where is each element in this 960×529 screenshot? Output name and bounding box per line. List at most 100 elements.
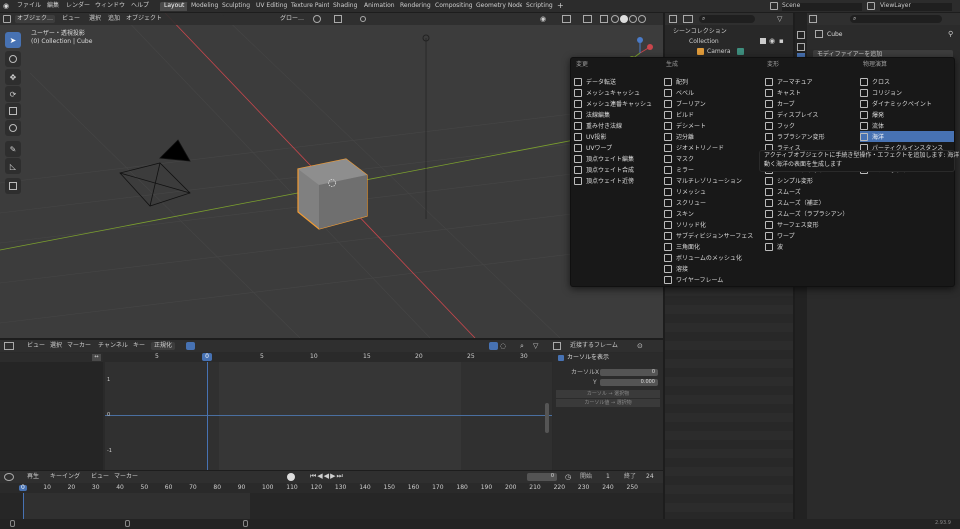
pin-icon[interactable]: ⚲ — [948, 30, 953, 38]
menu-item-deform[interactable]: 波 — [765, 241, 859, 252]
menu-render[interactable]: レンダー — [66, 3, 90, 9]
menu-item-deform[interactable]: サーフェス変形 — [765, 219, 859, 230]
menu-edit[interactable]: 編集 — [47, 3, 59, 9]
menu-item-edit[interactable]: 頂点ウェイト合成 — [574, 164, 662, 175]
auto-normalize-icon[interactable] — [186, 342, 195, 350]
move-tool-button[interactable]: ✥ — [5, 69, 21, 85]
menu-item-deform[interactable]: カーブ — [765, 98, 859, 109]
graph-editor-icon[interactable] — [4, 342, 14, 350]
menu-item-generate[interactable]: 溶接 — [664, 263, 762, 274]
overlay-toggle-icon[interactable] — [583, 15, 592, 23]
menu-item-deform[interactable]: スムーズ（ラプラシアン） — [765, 208, 859, 219]
menu-item-generate[interactable]: マルチレゾリューション — [664, 175, 762, 186]
menu-item-generate[interactable]: ビルド — [664, 109, 762, 120]
menu-item-deform[interactable]: ディスプレイス — [765, 109, 859, 120]
menu-item-deform[interactable]: スムーズ（補正） — [765, 197, 859, 208]
shading-solid-icon[interactable] — [620, 15, 628, 23]
snap-icon[interactable] — [334, 15, 342, 23]
properties-search-input[interactable]: ⌕ — [850, 15, 942, 23]
show-cursor-checkbox[interactable] — [558, 355, 564, 361]
display-mode-icon[interactable] — [683, 15, 693, 23]
timeline-menu-playback[interactable]: 再生 — [27, 474, 39, 480]
menu-item-edit[interactable]: 法線編集 — [574, 109, 662, 120]
proportional-icon[interactable]: ⊙ — [637, 342, 643, 350]
menu-item-generate[interactable]: ミラー — [664, 164, 762, 175]
menu-item-deform[interactable]: スムーズ — [765, 186, 859, 197]
graph-menu-channel[interactable]: チャンネル — [98, 343, 128, 349]
menu-item-edit[interactable]: 頂点ウェイト近傍 — [574, 175, 662, 186]
filter-icon[interactable]: ▽ — [777, 15, 782, 23]
cursor-x-field[interactable]: 0 — [600, 369, 658, 376]
viewport-menu-view[interactable]: ビュー — [62, 16, 80, 22]
pivot-icon[interactable] — [313, 15, 321, 23]
start-field[interactable]: 1 — [606, 474, 610, 480]
outliner-search-input[interactable]: ⌕ — [699, 15, 755, 23]
search-icon[interactable]: ⌕ — [520, 342, 524, 351]
channel-list[interactable] — [0, 353, 103, 470]
menu-item-generate[interactable]: ブーリアン — [664, 98, 762, 109]
proportional-edit-icon[interactable] — [360, 16, 366, 22]
menu-item-physics[interactable]: クロス — [860, 76, 954, 87]
menu-file[interactable]: ファイル — [17, 3, 41, 9]
outliner-scene-collection[interactable]: シーンコレクション — [673, 29, 727, 35]
select-tool-button[interactable]: ➤ — [5, 32, 21, 48]
annotate-tool-button[interactable]: ✎ — [5, 141, 21, 157]
outliner-editor-icon[interactable] — [669, 15, 677, 23]
timeline-area[interactable]: 0 10 20 30 40 50 60 70 80 90 100 110 120 130 140 150 160… — [0, 484, 663, 519]
menu-item-deform[interactable]: フック — [765, 120, 859, 131]
menu-item-generate[interactable]: ワイヤーフレーム — [664, 274, 762, 285]
menu-item-physics[interactable]: 海洋 — [860, 131, 954, 142]
menu-window[interactable]: ウィンドウ — [95, 3, 125, 9]
graph-menu-marker[interactable]: マーカー — [67, 343, 91, 349]
collapse-icon[interactable]: ↔ — [92, 354, 101, 361]
mode-select[interactable]: オブジェク… — [15, 15, 56, 23]
rotate-tool-button[interactable]: ⟳ — [5, 86, 21, 102]
scene-field[interactable]: Scene — [782, 3, 862, 11]
menu-item-edit[interactable]: 頂点ウェイト編集 — [574, 153, 662, 164]
tab-shading[interactable]: Shading — [329, 2, 362, 11]
filter-icon[interactable]: ▽ — [533, 342, 538, 350]
properties-editor-icon[interactable] — [809, 15, 817, 23]
timeline-ruler[interactable]: 0 10 20 30 40 50 60 70 80 90 100 110 120 130 140 150 160… — [0, 484, 663, 493]
3d-viewport[interactable]: オブジェク… ビュー 選択 追加 オブジェクト グロー… ◉ ユーザー・透視投影… — [0, 13, 663, 338]
scale-tool-button[interactable] — [5, 103, 21, 119]
menu-item-generate[interactable]: デシメート — [664, 120, 762, 131]
tab-texture-paint[interactable]: Texture Paint — [287, 2, 334, 11]
visibility-icon[interactable]: ◉ — [540, 15, 546, 23]
add-workspace-button[interactable]: + — [557, 2, 564, 10]
tab-uv-editing[interactable]: UV Editing — [252, 2, 292, 11]
tab-sculpting[interactable]: Sculpting — [218, 2, 255, 11]
menu-item-deform[interactable]: シンプル変形 — [765, 175, 859, 186]
render-tab-icon[interactable] — [797, 43, 805, 51]
menu-item-generate[interactable]: リメッシュ — [664, 186, 762, 197]
snap-mode-select[interactable]: 近接するフレーム — [570, 343, 618, 349]
graph-menu-key[interactable]: キー — [133, 343, 145, 349]
outliner-collection[interactable]: Collection — [689, 39, 719, 45]
cursor-y-field[interactable]: 0.000 — [600, 379, 658, 386]
cursor-to-selected-button[interactable]: カーソル → 選択物 — [556, 390, 660, 398]
menu-item-edit[interactable]: 重み付き法線 — [574, 120, 662, 131]
menu-item-generate[interactable]: サブディビジョンサーフェス — [664, 230, 762, 241]
outliner-camera[interactable]: Camera — [707, 49, 731, 55]
menu-item-generate[interactable]: 辺分離 — [664, 131, 762, 142]
current-frame-field[interactable]: 0 — [527, 473, 557, 481]
menu-item-generate[interactable]: 三角面化 — [664, 241, 762, 252]
current-frame-indicator[interactable]: 0 — [202, 353, 212, 361]
only-selected-icon[interactable] — [489, 342, 498, 350]
camera-visibility-icon[interactable]: ▪ — [779, 37, 784, 45]
menu-item-deform[interactable]: ワープ — [765, 230, 859, 241]
transform-tool-button[interactable] — [5, 120, 21, 136]
record-icon[interactable] — [287, 473, 295, 481]
pivot-point-icon[interactable] — [553, 342, 561, 350]
viewport-menu-object[interactable]: オブジェクト — [126, 16, 162, 22]
editor-type-icon[interactable] — [3, 15, 11, 23]
menu-item-generate[interactable]: ボリュームのメッシュ化 — [664, 252, 762, 263]
measure-tool-button[interactable]: ◺ — [5, 158, 21, 174]
menu-item-generate[interactable]: ソリッド化 — [664, 219, 762, 230]
graph-area[interactable]: 0 5 5 10 15 20 25 30 1 0 -1 — [105, 353, 552, 470]
menu-item-deform[interactable]: アーマチュア — [765, 76, 859, 87]
tool-tab-icon[interactable] — [797, 31, 805, 39]
menu-help[interactable]: ヘルプ — [131, 3, 149, 9]
gizmo-toggle-icon[interactable] — [562, 15, 571, 23]
menu-item-edit[interactable]: データ転送 — [574, 76, 662, 87]
